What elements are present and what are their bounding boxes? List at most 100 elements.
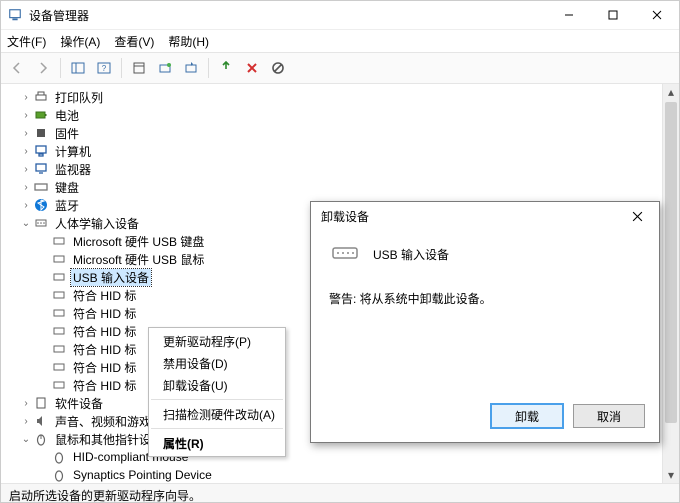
hid-device-icon xyxy=(51,305,67,321)
scroll-thumb[interactable] xyxy=(665,102,677,423)
battery-icon xyxy=(33,107,49,123)
menu-help[interactable]: 帮助(H) xyxy=(168,33,209,50)
vertical-scrollbar[interactable]: ▴ ▾ xyxy=(662,84,679,483)
expand-icon[interactable]: › xyxy=(19,416,33,427)
maximize-button[interactable] xyxy=(591,1,635,29)
menu-view[interactable]: 查看(V) xyxy=(114,33,154,50)
speaker-icon xyxy=(33,413,49,429)
tree-label: 固件 xyxy=(53,125,81,142)
tree-label: 打印队列 xyxy=(53,89,105,106)
tree-label: 键盘 xyxy=(53,179,81,196)
app-icon xyxy=(7,7,23,23)
tree-label: 软件设备 xyxy=(53,395,105,412)
scroll-down-button[interactable]: ▾ xyxy=(663,467,679,483)
tree-label: 人体学输入设备 xyxy=(53,215,141,232)
dialog-body: USB 输入设备 警告: 将从系统中卸载此设备。 xyxy=(311,230,659,406)
enable-device-toolbar-button[interactable] xyxy=(214,56,238,80)
dialog-buttons: 卸载 取消 xyxy=(491,404,645,428)
expand-icon[interactable]: › xyxy=(19,398,33,409)
mouse-icon xyxy=(51,449,67,465)
titlebar: 设备管理器 xyxy=(1,1,679,30)
uninstall-device-dialog: 卸载设备 USB 输入设备 警告: 将从系统中卸载此设备。 卸载 取消 xyxy=(310,201,660,443)
window-buttons xyxy=(547,1,679,29)
back-button[interactable] xyxy=(5,56,29,80)
dialog-titlebar: 卸载设备 xyxy=(311,202,659,230)
toolbar-separator xyxy=(208,58,209,78)
close-button[interactable] xyxy=(635,1,679,29)
menu-item-uninstall-device[interactable]: 卸载设备(U) xyxy=(149,374,285,396)
tree-label: Synaptics Pointing Device xyxy=(71,468,214,482)
printer-icon xyxy=(33,89,49,105)
help-button[interactable]: ? xyxy=(92,56,116,80)
dialog-device-name: USB 输入设备 xyxy=(373,246,449,263)
uninstall-button[interactable]: 卸载 xyxy=(491,404,563,428)
menu-item-update-driver[interactable]: 更新驱动程序(P) xyxy=(149,330,285,352)
tree-label: 计算机 xyxy=(53,143,93,160)
disable-device-toolbar-button[interactable] xyxy=(266,56,290,80)
hid-device-icon xyxy=(51,377,67,393)
bluetooth-icon xyxy=(33,197,49,213)
tree-label: 符合 HID 标 xyxy=(71,287,138,304)
expand-icon[interactable]: › xyxy=(19,92,33,103)
toolbar: ? xyxy=(1,52,679,84)
tree-label: 符合 HID 标 xyxy=(71,323,138,340)
scan-hardware-toolbar-button[interactable] xyxy=(179,56,203,80)
scroll-up-button[interactable]: ▴ xyxy=(663,84,679,100)
properties-toolbar-button[interactable] xyxy=(127,56,151,80)
menu-action[interactable]: 操作(A) xyxy=(60,33,100,50)
chip-icon xyxy=(33,125,49,141)
dialog-close-button[interactable] xyxy=(625,204,649,228)
tree-area: › 打印队列 ›电池 › 固件 › 计算机 ›监视器 › 键盘 › 蓝牙 ⌄ 人体学输入设备… xyxy=(1,84,679,483)
svg-text:?: ? xyxy=(102,64,107,73)
tree-label: 符合 HID 标 xyxy=(71,359,138,376)
toolbar-separator xyxy=(121,58,122,78)
expand-icon[interactable]: › xyxy=(19,146,33,157)
tree-node-batteries[interactable]: ›电池 xyxy=(1,106,662,124)
tree-node-synaptics[interactable]: Synaptics Pointing Device xyxy=(1,466,662,483)
statusbar: 启动所选设备的更新驱动程序向导。 xyxy=(1,483,679,503)
window-title: 设备管理器 xyxy=(29,7,547,24)
device-manager-window: 设备管理器 文件(F) 操作(A) 查看(V) 帮助(H) ? ›打印队列 ›电 xyxy=(0,0,680,503)
tree-node-print-queues[interactable]: › 打印队列 xyxy=(1,88,662,106)
hid-device-icon xyxy=(51,233,67,249)
tree-label: 蓝牙 xyxy=(53,197,81,214)
mouse-icon xyxy=(33,431,49,447)
menu-separator xyxy=(151,428,283,429)
context-menu: 更新驱动程序(P) 禁用设备(D) 卸载设备(U) 扫描检测硬件改动(A) 属性… xyxy=(148,327,286,457)
expand-icon[interactable]: › xyxy=(19,128,33,139)
menu-file[interactable]: 文件(F) xyxy=(7,33,46,50)
menu-item-disable-device[interactable]: 禁用设备(D) xyxy=(149,352,285,374)
tree-label: USB 输入设备 xyxy=(71,269,151,286)
menu-item-scan-hardware[interactable]: 扫描检测硬件改动(A) xyxy=(149,403,285,425)
forward-button[interactable] xyxy=(31,56,55,80)
cancel-button[interactable]: 取消 xyxy=(573,404,645,428)
hid-device-icon xyxy=(51,287,67,303)
uninstall-device-toolbar-button[interactable] xyxy=(240,56,264,80)
expand-icon[interactable]: › xyxy=(19,164,33,175)
show-hide-console-tree-button[interactable] xyxy=(66,56,90,80)
menu-item-properties[interactable]: 属性(R) xyxy=(149,432,285,454)
hid-device-icon xyxy=(51,323,67,339)
collapse-icon[interactable]: ⌄ xyxy=(19,218,33,229)
tree-node-keyboards[interactable]: › 键盘 xyxy=(1,178,662,196)
update-driver-toolbar-button[interactable] xyxy=(153,56,177,80)
expand-icon[interactable]: › xyxy=(19,200,33,211)
expand-icon[interactable]: › xyxy=(19,110,33,121)
keyboard-icon xyxy=(33,179,49,195)
status-text: 启动所选设备的更新驱动程序向导。 xyxy=(9,487,201,503)
minimize-button[interactable] xyxy=(547,1,591,29)
collapse-icon[interactable]: ⌄ xyxy=(19,434,33,445)
dialog-device-row: USB 输入设备 xyxy=(329,242,641,266)
tree-label: 符合 HID 标 xyxy=(71,377,138,394)
toolbar-separator xyxy=(60,58,61,78)
hid-device-icon xyxy=(51,251,67,267)
hid-device-icon xyxy=(51,341,67,357)
device-large-icon xyxy=(329,242,361,266)
tree-node-hid-mouse[interactable]: HID-compliant mouse xyxy=(1,448,662,466)
mouse-icon xyxy=(51,467,67,483)
tree-node-monitors[interactable]: ›监视器 xyxy=(1,160,662,178)
expand-icon[interactable]: › xyxy=(19,182,33,193)
tree-node-firmware[interactable]: › 固件 xyxy=(1,124,662,142)
computer-icon xyxy=(33,143,49,159)
tree-node-computer[interactable]: › 计算机 xyxy=(1,142,662,160)
